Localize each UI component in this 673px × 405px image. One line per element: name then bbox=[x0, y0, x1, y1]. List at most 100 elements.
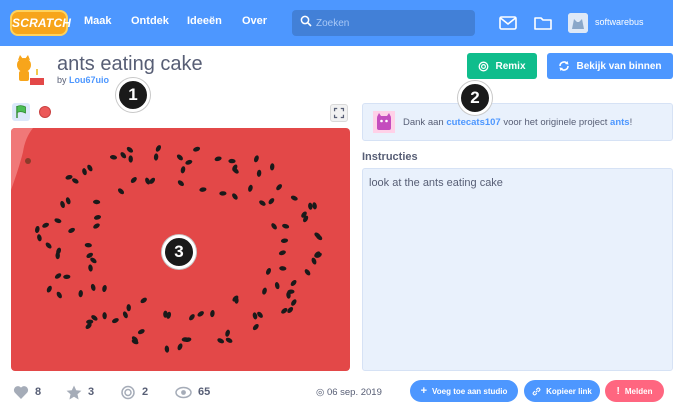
ant-sprite bbox=[254, 155, 259, 163]
ant-sprite bbox=[308, 202, 313, 210]
fullscreen-icon[interactable] bbox=[330, 104, 348, 122]
ant-sprite bbox=[214, 156, 222, 162]
loves-stat[interactable]: 8 bbox=[13, 384, 41, 400]
project-title: ants eating cake bbox=[57, 53, 203, 75]
original-project-thumbnail[interactable] bbox=[373, 111, 395, 133]
callout-badge-1: 1 bbox=[116, 78, 150, 112]
ant-sprite bbox=[185, 159, 193, 165]
ant-sprite bbox=[35, 225, 40, 234]
nav-link-ideas[interactable]: Ideeën bbox=[187, 15, 222, 27]
ant-sprite bbox=[93, 199, 101, 205]
search-icon bbox=[300, 15, 312, 27]
nav-link-create[interactable]: Maak bbox=[84, 15, 112, 27]
credit-text: Dank aan cutecats107 voor het originele … bbox=[403, 117, 632, 128]
ant-sprite bbox=[93, 223, 100, 229]
favorites-stat[interactable]: 3 bbox=[66, 384, 94, 400]
ant-sprite bbox=[252, 324, 259, 331]
ant-sprite bbox=[290, 195, 298, 201]
ant-sprite bbox=[155, 145, 162, 152]
remix-button[interactable]: Remix bbox=[467, 53, 537, 79]
ant-sprite bbox=[278, 250, 286, 256]
ant-sprite bbox=[193, 146, 201, 152]
remixes-count: 2 bbox=[142, 386, 149, 398]
scratch-logo[interactable]: SCRATCH bbox=[10, 10, 71, 36]
ant-sprite bbox=[122, 311, 128, 319]
callout-badge-2: 2 bbox=[458, 81, 492, 115]
search-bar[interactable] bbox=[292, 10, 475, 36]
project-author-line: by Lou67uio bbox=[57, 75, 109, 85]
remix-count-icon bbox=[121, 385, 135, 399]
ant-sprite bbox=[268, 198, 275, 205]
instructions-box: look at the ants eating cake bbox=[362, 168, 673, 371]
ant-sprite bbox=[274, 282, 280, 290]
ant-sprite bbox=[280, 238, 289, 243]
ant-sprite bbox=[228, 158, 236, 164]
ant-sprite bbox=[65, 174, 73, 180]
views-stat: 65 bbox=[175, 384, 210, 400]
instructions-text: look at the ants eating cake bbox=[369, 177, 503, 189]
ant-sprite bbox=[93, 215, 102, 220]
ant-sprite bbox=[219, 191, 227, 196]
ant-sprite bbox=[281, 307, 288, 314]
heart-icon bbox=[13, 385, 29, 399]
ant-sprite bbox=[279, 266, 287, 271]
my-stuff-folder-icon[interactable] bbox=[533, 13, 553, 33]
ant-sprite bbox=[269, 163, 275, 171]
ant-sprite bbox=[180, 166, 186, 174]
ant-sprite bbox=[210, 310, 215, 318]
ant-sprite bbox=[265, 268, 272, 275]
loves-count: 8 bbox=[35, 386, 42, 398]
ant-sprite bbox=[311, 257, 317, 265]
ant-sprite bbox=[46, 285, 52, 293]
calendar-icon: ◎ bbox=[316, 387, 325, 398]
ant-sprite bbox=[112, 318, 119, 324]
credit-user-link[interactable]: cutecats107 bbox=[446, 117, 500, 128]
ant-sprite bbox=[225, 337, 233, 343]
nav-link-about[interactable]: Over bbox=[242, 15, 267, 27]
credit-suffix: ! bbox=[629, 117, 633, 128]
views-count: 65 bbox=[198, 386, 211, 398]
ant-sprite bbox=[217, 338, 225, 344]
add-to-studio-label: Voeg toe aan studio bbox=[432, 386, 508, 396]
ant-sprite bbox=[126, 304, 131, 312]
report-button[interactable]: ! Melden bbox=[605, 380, 664, 402]
remix-label: Remix bbox=[495, 60, 526, 72]
ant-sprite bbox=[282, 223, 290, 229]
copy-link-button[interactable]: Kopieer link bbox=[524, 380, 600, 402]
credit-project-link[interactable]: ants bbox=[610, 117, 630, 128]
ant-sprite bbox=[199, 187, 207, 192]
username: softwarebus bbox=[595, 17, 644, 27]
ant-sprite bbox=[128, 155, 133, 163]
nav-link-explore[interactable]: Ontdek bbox=[131, 15, 169, 27]
ant-sprite bbox=[120, 152, 127, 159]
ant-sprite bbox=[102, 284, 107, 293]
plus-icon: + bbox=[420, 385, 427, 397]
stop-icon[interactable] bbox=[39, 106, 51, 118]
ant-sprite bbox=[271, 223, 277, 230]
ant-sprite bbox=[252, 312, 258, 320]
exclamation-icon: ! bbox=[616, 385, 620, 397]
ant-sprite bbox=[259, 200, 266, 206]
author-link[interactable]: Lou67uio bbox=[69, 75, 109, 85]
ant-sprite bbox=[140, 297, 147, 304]
ant-sprite bbox=[42, 222, 49, 228]
green-flag-icon[interactable] bbox=[12, 103, 30, 121]
link-icon bbox=[532, 387, 541, 395]
report-label: Melden bbox=[624, 386, 653, 396]
messages-icon[interactable] bbox=[498, 13, 518, 33]
ant-sprite bbox=[257, 311, 263, 318]
ant-sprite bbox=[290, 279, 297, 287]
ant-sprite bbox=[37, 234, 42, 242]
instructions-heading: Instructies bbox=[362, 151, 418, 163]
search-input[interactable] bbox=[316, 13, 466, 33]
avatar bbox=[568, 13, 588, 33]
add-to-studio-button[interactable]: + Voeg toe aan studio bbox=[410, 380, 518, 402]
ant-sprite bbox=[256, 169, 262, 177]
ant-sprite bbox=[164, 345, 170, 353]
ant-sprite bbox=[45, 242, 52, 249]
see-inside-button[interactable]: Bekijk van binnen bbox=[547, 53, 673, 79]
ant-sprite bbox=[60, 200, 65, 209]
see-inside-icon bbox=[559, 61, 570, 71]
ant-sprite bbox=[117, 188, 125, 195]
ant-sprite bbox=[177, 343, 183, 351]
